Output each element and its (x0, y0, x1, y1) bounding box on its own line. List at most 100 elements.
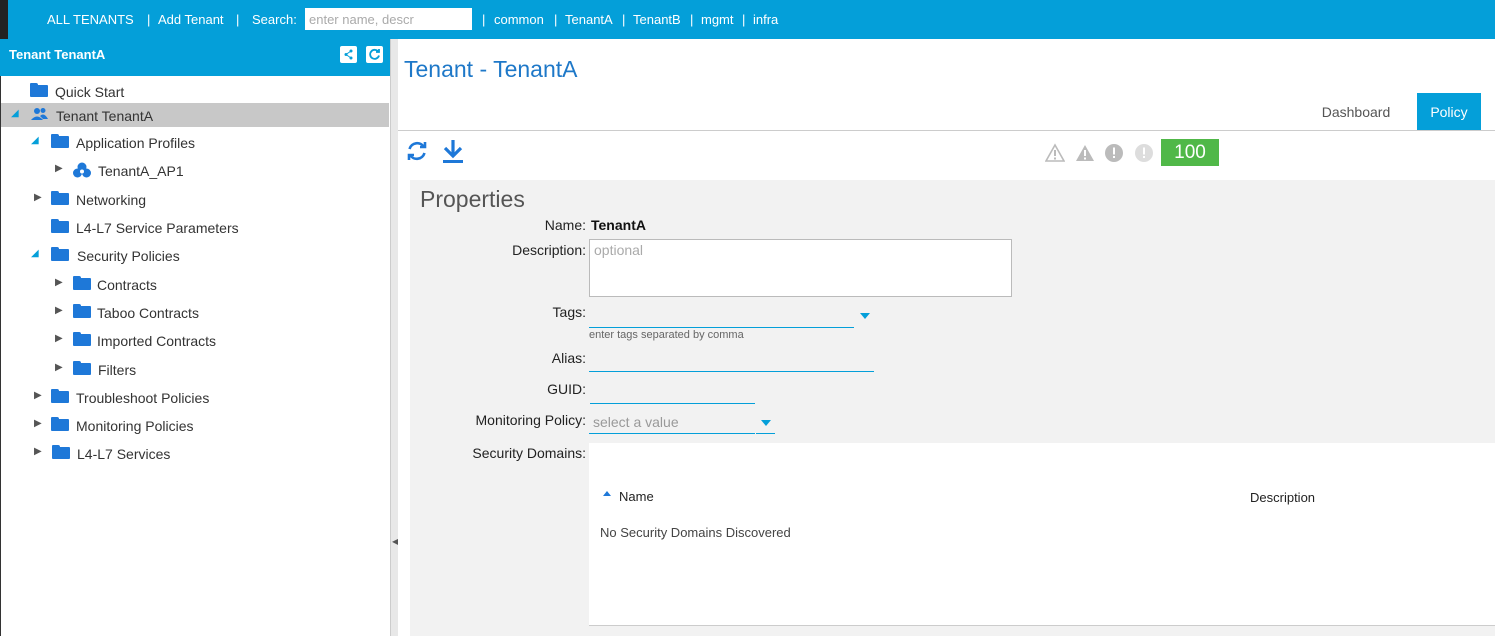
tree-item-troubleshoot-policies[interactable]: ▶ Troubleshoot Policies (1, 385, 389, 409)
critical-fault-icon[interactable] (1044, 143, 1066, 163)
tab-dashboard[interactable]: Dashboard (1315, 93, 1397, 130)
minor-fault-icon[interactable] (1104, 143, 1124, 163)
tree-item-security-policies[interactable]: ◢ Security Policies (1, 243, 389, 267)
tree-item-networking[interactable]: ▶ Networking (1, 187, 389, 211)
tree-item-contracts[interactable]: ▶ Contracts (1, 272, 389, 296)
folder-icon (51, 219, 69, 233)
guid-input[interactable] (590, 382, 755, 404)
collapsed-triangle-icon[interactable]: ▶ (55, 333, 65, 345)
tags-label: Tags: (552, 304, 586, 320)
column-header-name[interactable]: Name (619, 489, 654, 504)
tree-item-imported-contracts[interactable]: ▶ Imported Contracts (1, 328, 389, 352)
collapsed-triangle-icon[interactable]: ▶ (34, 446, 44, 458)
folder-icon (51, 134, 69, 148)
tree-item-label: Application Profiles (76, 135, 196, 151)
download-icon[interactable] (441, 139, 465, 168)
name-value: TenantA (591, 217, 646, 233)
divider (398, 130, 1495, 131)
navigation-pane-header: Tenant TenantA (0, 39, 390, 76)
tree-item-tenanta-ap1[interactable]: ▶ TenantA_AP1 (1, 158, 389, 182)
warning-fault-icon[interactable] (1134, 143, 1154, 163)
tree-item-l4-l7-service-parameters[interactable]: L4-L7 Service Parameters (1, 215, 389, 239)
name-label: Name: (544, 217, 586, 233)
tree-item-label: Filters (98, 362, 137, 378)
chevron-down-icon[interactable] (860, 313, 870, 319)
tree-item-label: Troubleshoot Policies (76, 390, 210, 406)
folder-icon (73, 332, 91, 346)
column-header-description[interactable]: Description (1250, 490, 1315, 505)
expanded-triangle-icon[interactable]: ◢ (11, 108, 21, 120)
folder-icon (51, 191, 69, 205)
collapsed-triangle-icon[interactable]: ▶ (34, 192, 44, 204)
description-field[interactable]: optional (589, 239, 1012, 297)
tree-item-label: Networking (76, 192, 147, 208)
tenant-link-mgmt[interactable]: mgmt (701, 12, 734, 27)
tree-item-label: L4-L7 Services (77, 446, 171, 462)
folder-icon (30, 83, 48, 97)
tree-item-label: Security Policies (77, 248, 180, 264)
collapsed-triangle-icon[interactable]: ▶ (55, 163, 65, 175)
navigation-pane-title: Tenant TenantA (9, 47, 106, 62)
monitoring-policy-select[interactable]: select a value (589, 412, 755, 434)
page-title: Tenant - TenantA (404, 56, 578, 82)
refresh-icon[interactable] (405, 139, 429, 166)
properties-heading: Properties (420, 186, 525, 212)
collapsed-triangle-icon[interactable]: ▶ (55, 277, 65, 289)
sort-ascending-icon[interactable] (603, 491, 611, 496)
window-edge (0, 0, 8, 39)
tree-item-tenant[interactable]: ◢ Tenant TenantA (1, 103, 389, 127)
expanded-triangle-icon[interactable]: ◢ (31, 248, 41, 260)
tenant-link-tenantb[interactable]: TenantB (633, 12, 681, 27)
tree-item-taboo-contracts[interactable]: ▶ Taboo Contracts (1, 300, 389, 324)
add-tenant-link[interactable]: Add Tenant (158, 12, 224, 27)
tree-item-monitoring-policies[interactable]: ▶ Monitoring Policies (1, 413, 389, 437)
navigation-pane: Tenant TenantA Quick Start ◢ Tenant Tena… (0, 39, 391, 636)
folder-icon (51, 389, 69, 403)
separator: | (742, 12, 746, 27)
tags-input[interactable] (589, 306, 854, 328)
tab-policy[interactable]: Policy (1417, 93, 1481, 130)
tenant-link-infra[interactable]: infra (753, 12, 778, 27)
folder-icon (73, 361, 91, 375)
folder-icon (73, 304, 91, 318)
security-domains-label: Security Domains: (472, 445, 586, 461)
all-tenants-link[interactable]: ALL TENANTS (47, 12, 134, 27)
refresh-icon[interactable] (366, 46, 383, 63)
folder-icon (52, 445, 70, 459)
major-fault-icon[interactable] (1075, 143, 1095, 163)
tenant-link-tenanta[interactable]: TenantA (565, 12, 613, 27)
separator: | (147, 12, 151, 27)
tree-item-label: Contracts (97, 277, 157, 293)
folder-icon (51, 417, 69, 431)
collapsed-triangle-icon[interactable]: ▶ (34, 390, 44, 402)
tags-help-text: enter tags separated by comma (589, 329, 744, 341)
collapsed-triangle-icon[interactable]: ▶ (55, 362, 65, 374)
tree-item-application-profiles[interactable]: ◢ Application Profiles (1, 130, 389, 154)
empty-table-message: No Security Domains Discovered (600, 525, 791, 540)
tree-item-label: Tenant TenantA (56, 108, 154, 124)
tenant-link-common[interactable]: common (494, 12, 544, 27)
tree-item-label: Quick Start (55, 84, 125, 100)
health-score-badge[interactable]: 100 (1161, 139, 1219, 166)
tree-item-l4-l7-services[interactable]: ▶ L4-L7 Services (1, 441, 389, 465)
tree-item-label: L4-L7 Service Parameters (76, 220, 239, 236)
folder-icon (51, 247, 69, 261)
separator: | (554, 12, 558, 27)
folder-icon (73, 276, 91, 290)
separator: | (622, 12, 626, 27)
guid-label: GUID: (547, 381, 586, 397)
collapsed-triangle-icon[interactable]: ▶ (55, 305, 65, 317)
tree-view-icon[interactable] (340, 46, 357, 63)
tree-item-quick-start[interactable]: Quick Start (1, 79, 389, 103)
chevron-down-icon[interactable] (761, 420, 771, 426)
security-domains-table: Name Description No Security Domains Dis… (589, 443, 1495, 626)
tree-item-label: Imported Contracts (97, 333, 217, 349)
search-input[interactable] (305, 8, 472, 30)
collapsed-triangle-icon[interactable]: ▶ (34, 418, 44, 430)
expanded-triangle-icon[interactable]: ◢ (31, 135, 41, 147)
search-label: Search: (252, 12, 297, 27)
app-profile-icon (73, 162, 91, 178)
alias-input[interactable] (589, 350, 874, 372)
pane-splitter[interactable]: ◀ (391, 39, 398, 636)
tree-item-filters[interactable]: ▶ Filters (1, 357, 389, 381)
